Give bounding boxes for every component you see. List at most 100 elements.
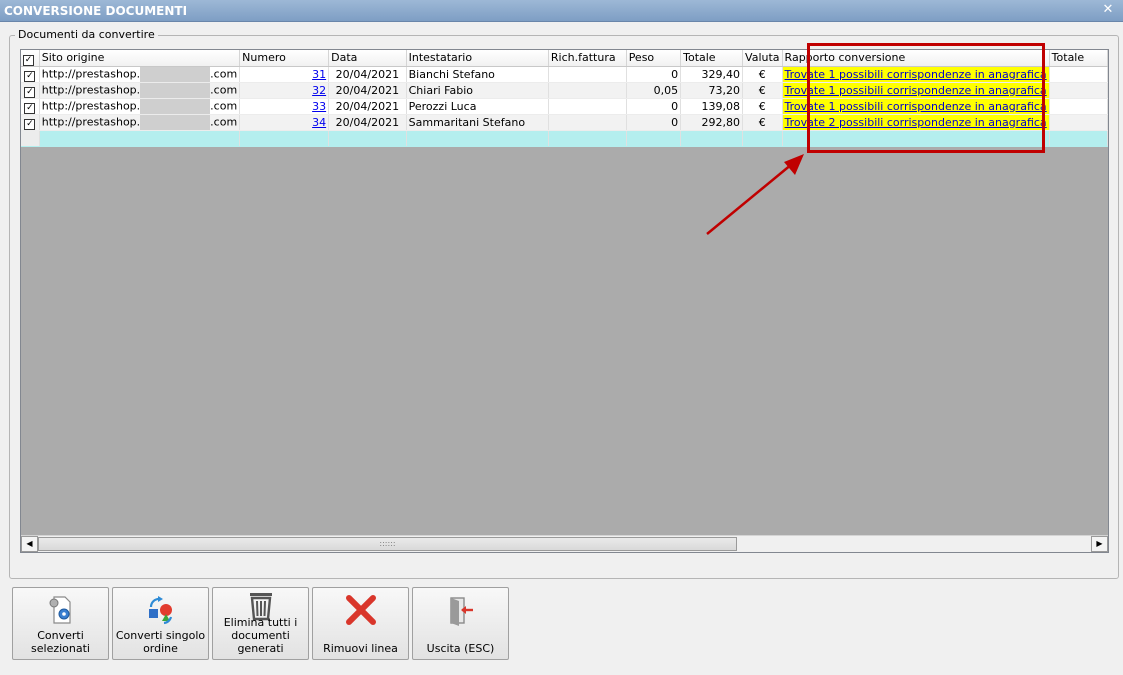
col-header-data[interactable]: Data [328,50,407,67]
annotation-arrow-icon [706,154,804,235]
red-x-icon [346,595,376,625]
gear-document-icon [49,596,71,624]
cell-rich-fattura [548,114,627,131]
redacted-mask [140,114,211,129]
sito-prefix: http://prestashop. [41,83,141,96]
new-cell[interactable] [680,130,744,147]
cell-numero: 33 [239,98,330,115]
button-label: Uscita (ESC) [426,642,495,655]
col-header-valuta[interactable]: Valuta [742,50,783,67]
select-all-checkbox[interactable]: ✓ [21,50,40,67]
cell-rich-fattura [548,82,627,99]
col-header-rich-fattura[interactable]: Rich.fattura [548,50,627,67]
cell-data: 20/04/2021 [328,98,407,115]
cell-valuta: € [742,66,783,83]
scroll-left-icon[interactable]: ◀ [21,536,38,552]
cell-intestatario: Perozzi Luca [406,98,549,115]
button-label: Converti selezionati [31,629,90,655]
cell-totale-2 [1049,82,1108,99]
cell-peso: 0 [626,66,682,83]
cell-rich-fattura [548,98,627,115]
sito-suffix: .com [210,115,238,128]
horizontal-scrollbar[interactable]: ◀ :::::: ▶ [21,535,1108,552]
row-checkbox[interactable]: ✓ [21,66,40,83]
cell-numero: 32 [239,82,330,99]
cell-intestatario: Sammaritani Stefano [406,114,549,131]
row-checkbox[interactable]: ✓ [21,114,40,131]
numero-link[interactable]: 33 [312,100,326,113]
new-cell[interactable] [626,130,682,147]
check-icon[interactable]: ✓ [23,54,34,65]
redacted-mask [140,82,211,97]
converti-singolo-button[interactable]: Converti singolo ordine [112,587,209,660]
cell-sito: http://prestashop. .com [39,98,241,115]
group-legend: Documenti da convertire [15,28,158,41]
row-checkbox[interactable]: ✓ [21,98,40,115]
exit-door-icon [450,597,473,626]
check-icon[interactable]: ✓ [24,103,36,113]
button-label: Rimuovi linea [323,642,398,655]
cell-valuta: € [742,114,783,131]
new-cell[interactable] [239,130,330,147]
sito-suffix: .com [210,83,238,96]
new-cell[interactable] [39,130,241,147]
cell-sito: http://prestashop. .com [39,82,241,99]
cell-valuta: € [742,82,783,99]
numero-link[interactable]: 34 [312,116,326,129]
cell-intestatario: Bianchi Stefano [406,66,549,83]
close-icon[interactable]: ✕ [1101,3,1115,17]
redacted-mask [140,66,211,81]
col-header-totale-2[interactable]: Totale [1049,50,1108,67]
cell-valuta: € [742,98,783,115]
button-label: Elimina tutti i documenti generati [223,616,298,655]
elimina-tutti-button[interactable]: Elimina tutti i documenti generati [212,587,309,660]
cell-numero: 31 [239,66,330,83]
check-icon[interactable]: ✓ [24,119,36,129]
cell-totale: 73,20 [680,82,744,99]
cell-data: 20/04/2021 [328,82,407,99]
sito-prefix: http://prestashop. [41,67,141,80]
col-header-sito[interactable]: Sito origine [39,50,241,67]
sito-prefix: http://prestashop. [41,99,141,112]
col-header-intestatario[interactable]: Intestatario [406,50,549,67]
row-checkbox[interactable]: ✓ [21,82,40,99]
new-cell[interactable] [548,130,627,147]
cell-totale: 292,80 [680,114,744,131]
numero-link[interactable]: 31 [312,68,326,81]
cell-rich-fattura [548,66,627,83]
uscita-button[interactable]: Uscita (ESC) [412,587,509,660]
cell-data: 20/04/2021 [328,66,407,83]
cell-numero: 34 [239,114,330,131]
col-header-peso[interactable]: Peso [626,50,682,67]
window-title: CONVERSIONE DOCUMENTI [4,4,188,18]
cell-peso: 0,05 [626,82,682,99]
cell-sito: http://prestashop. .com [39,66,241,83]
check-icon[interactable]: ✓ [24,71,36,81]
new-cell[interactable] [406,130,549,147]
cell-totale-2 [1049,98,1108,115]
scroll-right-icon[interactable]: ▶ [1091,536,1108,552]
scroll-thumb[interactable]: :::::: [38,537,737,551]
cell-totale: 139,08 [680,98,744,115]
col-header-totale[interactable]: Totale [680,50,744,67]
cell-peso: 0 [626,114,682,131]
new-cell[interactable] [742,130,783,147]
new-row-selector[interactable] [21,130,40,147]
cell-intestatario: Chiari Fabio [406,82,549,99]
cell-peso: 0 [626,98,682,115]
sito-prefix: http://prestashop. [41,115,141,128]
button-label: Converti singolo ordine [115,629,206,655]
cell-totale: 329,40 [680,66,744,83]
check-icon[interactable]: ✓ [24,87,36,97]
col-header-numero[interactable]: Numero [239,50,330,67]
new-cell[interactable] [1049,130,1108,147]
sito-suffix: .com [210,99,238,112]
redacted-mask [140,98,211,113]
numero-link[interactable]: 32 [312,84,326,97]
rimuovi-linea-button[interactable]: Rimuovi linea [312,587,409,660]
converti-selezionati-button[interactable]: Converti selezionati [12,587,109,660]
cell-sito: http://prestashop. .com [39,114,241,131]
new-cell[interactable] [328,130,407,147]
sito-suffix: .com [210,67,238,80]
convert-shapes-icon [149,596,173,625]
